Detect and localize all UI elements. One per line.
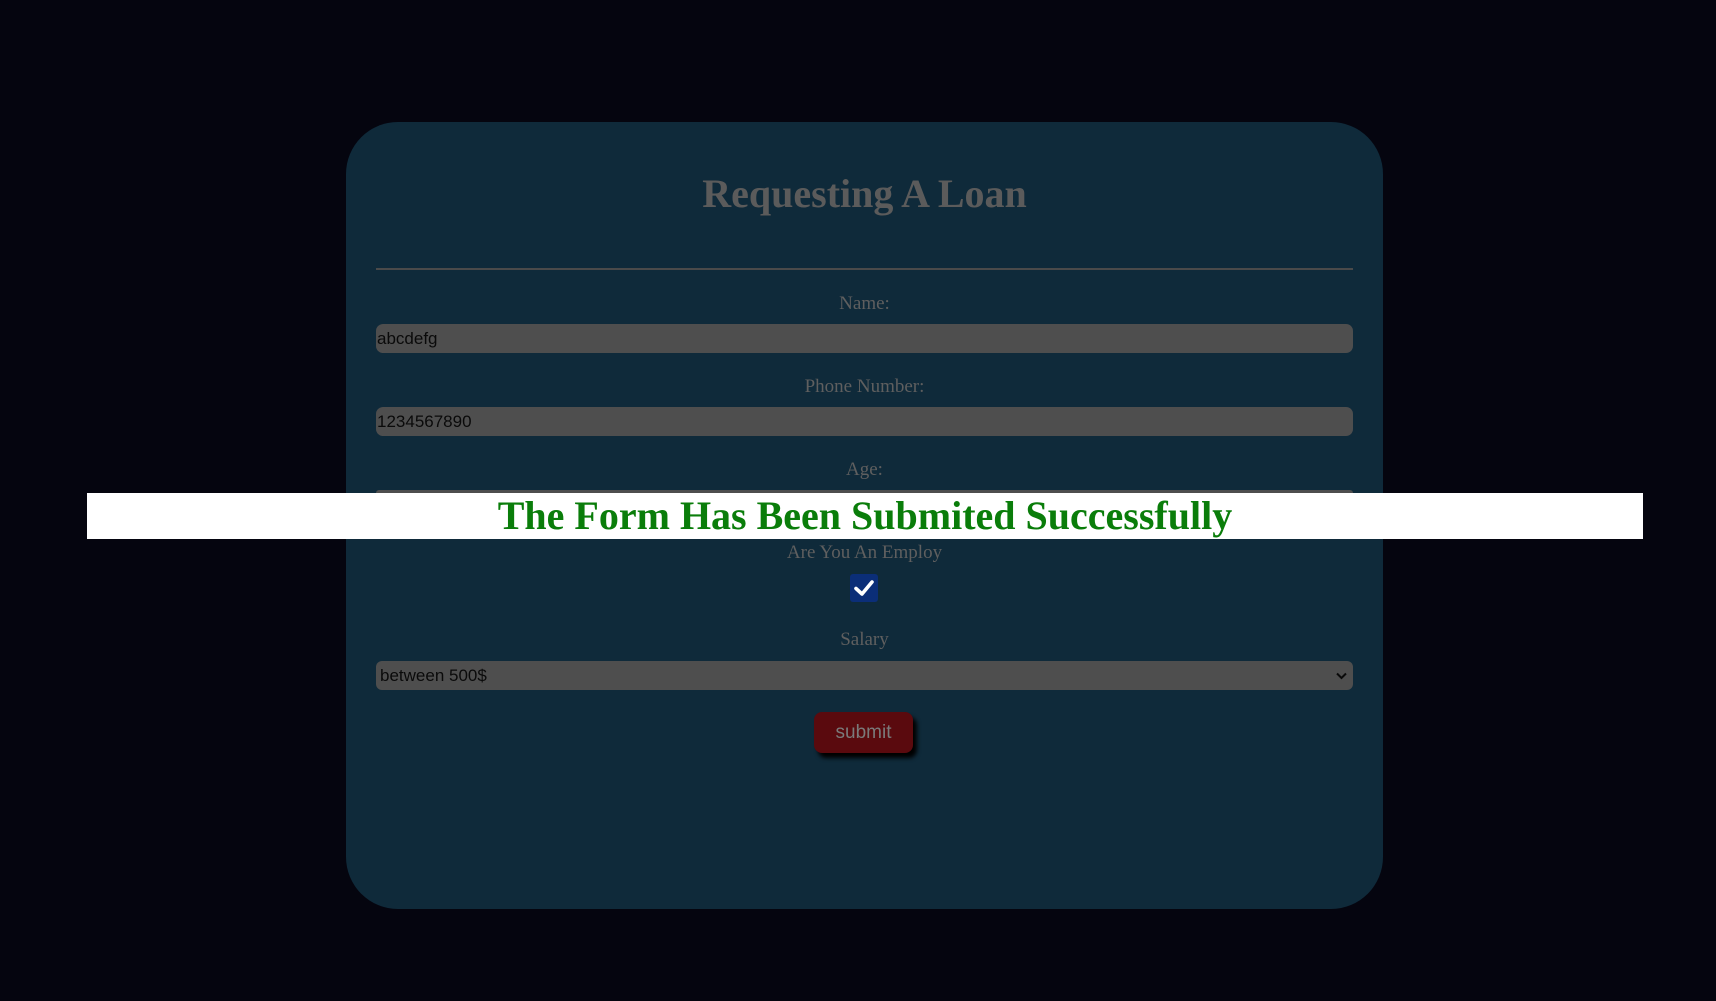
salary-selected-value: between 500$ [380,665,487,685]
title-divider [376,268,1353,270]
name-label: Name: [839,293,890,314]
employ-checkbox[interactable] [850,574,878,602]
form-title: Requesting A Loan [702,171,1027,216]
checkmark-icon [854,580,874,596]
name-input[interactable] [376,324,1353,353]
employ-label: Are You An Employ [786,542,943,563]
salary-select[interactable]: between 500$ [376,661,1353,690]
submit-button[interactable]: submit [814,712,913,753]
salary-label: Salary [840,629,889,650]
phone-label: Phone Number: [804,376,925,397]
phone-input[interactable] [376,407,1353,436]
success-banner: The Form Has Been Submited Successfully [87,493,1643,539]
chevron-down-icon [1335,670,1347,682]
age-label: Age: [846,459,883,480]
